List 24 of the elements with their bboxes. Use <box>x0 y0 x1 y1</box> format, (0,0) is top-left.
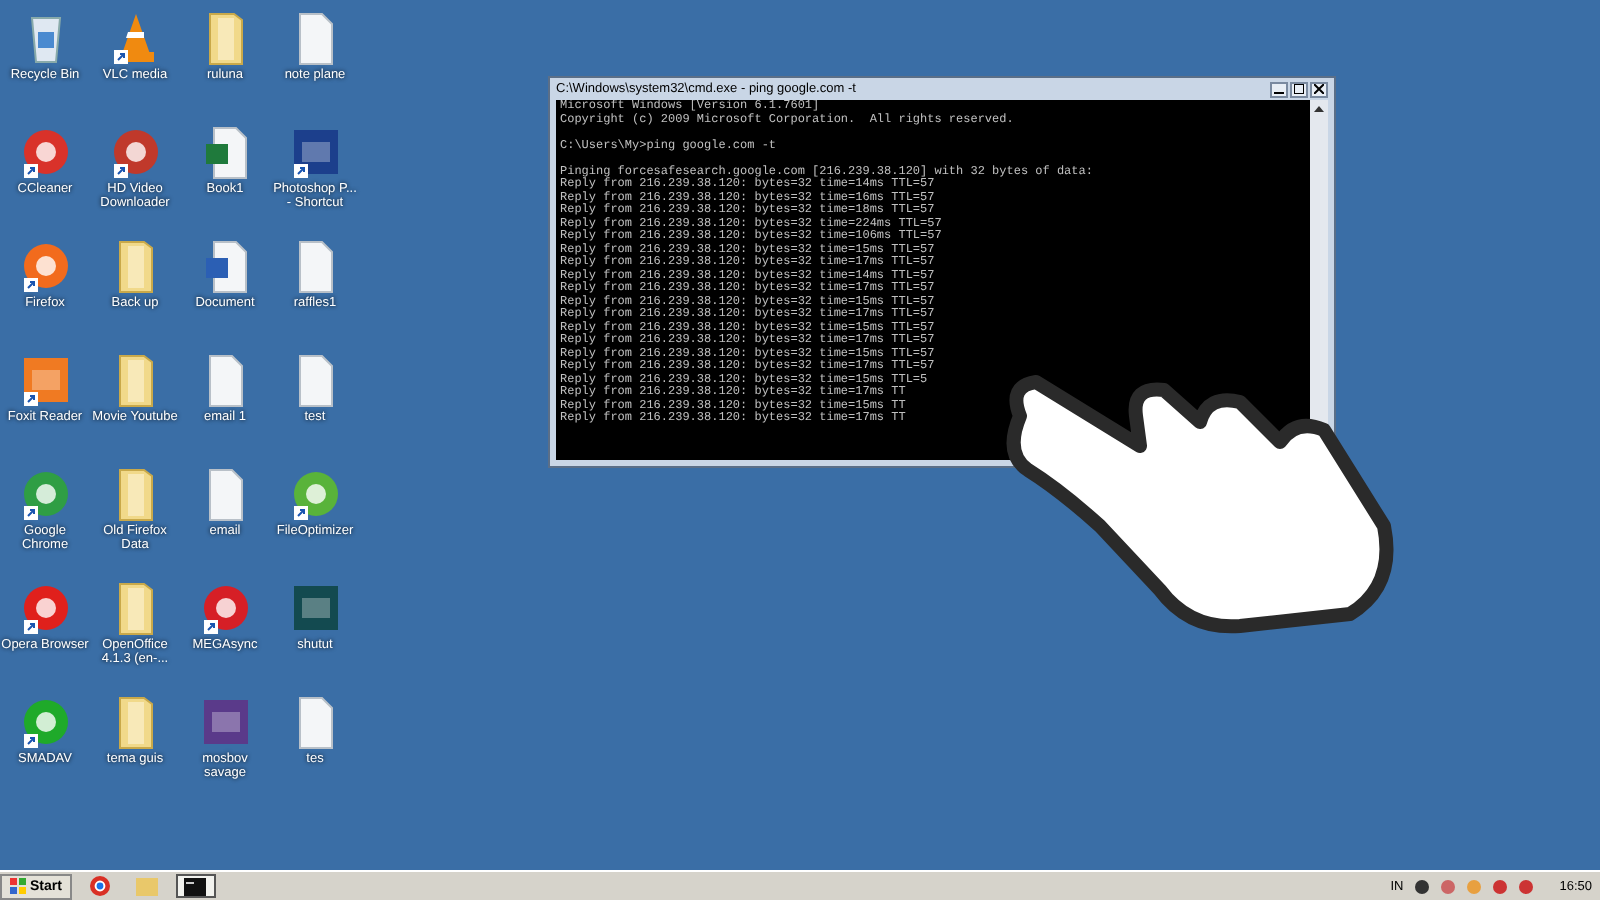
close-icon <box>1314 84 1324 94</box>
taskbar-button[interactable] <box>175 874 216 898</box>
maximize-icon <box>1294 84 1304 94</box>
minimize-button[interactable] <box>1270 81 1288 97</box>
app-tile-icon[interactable] <box>291 125 339 179</box>
app-icon[interactable] <box>21 467 69 521</box>
app-icon[interactable] <box>21 581 69 635</box>
close-button[interactable] <box>1310 81 1328 97</box>
app-icon[interactable] <box>111 125 159 179</box>
app-tile-icon[interactable] <box>291 581 339 635</box>
document-icon[interactable] <box>201 239 249 293</box>
app-icon[interactable] <box>21 239 69 293</box>
app-icon[interactable] <box>21 125 69 179</box>
app-icon[interactable] <box>21 695 69 749</box>
console-icon[interactable] <box>184 877 207 895</box>
browser-icon[interactable] <box>89 876 110 896</box>
document-icon[interactable] <box>201 125 249 179</box>
windows-logo-icon <box>10 878 26 894</box>
app-tile-icon[interactable] <box>201 695 249 749</box>
app-icon[interactable] <box>291 467 339 521</box>
app-tile-icon[interactable] <box>21 353 69 407</box>
app-icon[interactable] <box>201 581 249 635</box>
maximize-button[interactable] <box>1290 81 1308 97</box>
cone-icon[interactable] <box>111 11 159 65</box>
